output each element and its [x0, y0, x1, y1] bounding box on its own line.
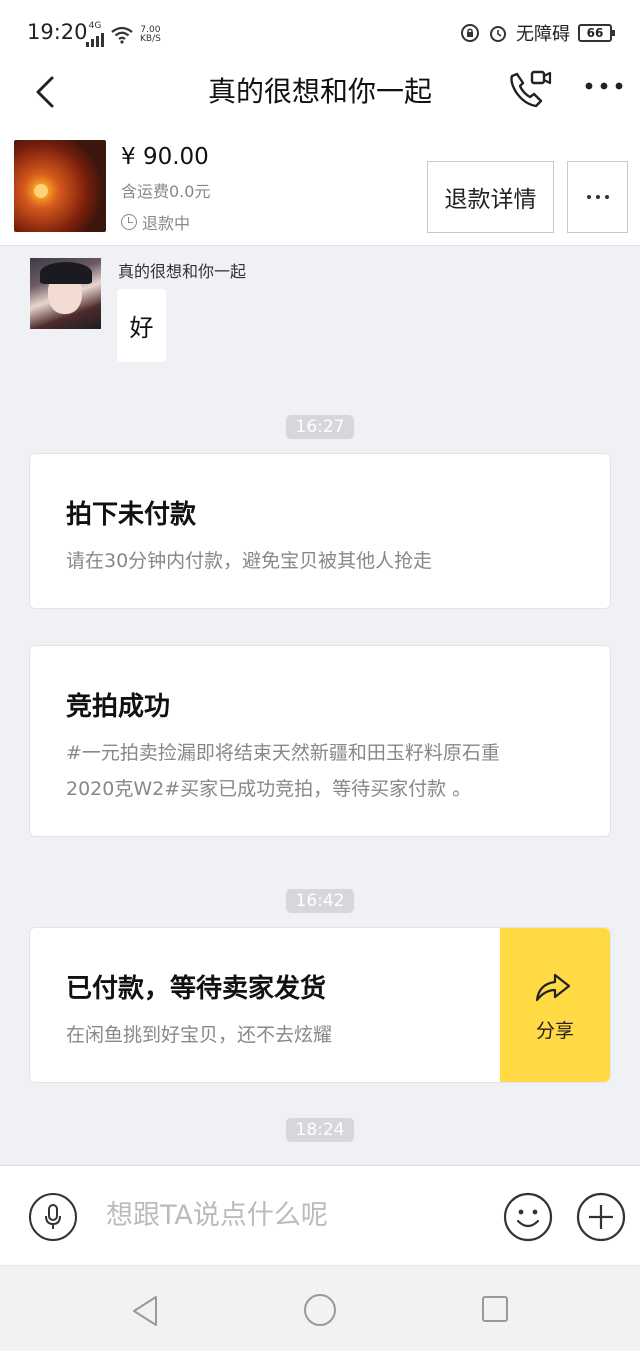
timestamp: 16:42 [286, 889, 354, 913]
more-dots-icon [586, 195, 609, 199]
card-description: 在闲鱼挑到好宝贝，还不去炫耀 [66, 1024, 333, 1046]
net-speed: 7.00 KB/S [140, 24, 161, 44]
battery-icon: 66 [578, 24, 615, 42]
refund-details-button[interactable]: 退款详情 [427, 161, 554, 233]
product-more-button[interactable] [567, 161, 628, 233]
card-title: 拍下未付款 [66, 500, 197, 530]
share-label: 分享 [535, 1020, 574, 1042]
network-type: 4G [88, 21, 102, 31]
timestamp: 16:27 [286, 415, 354, 439]
voice-button[interactable] [29, 1193, 77, 1241]
system-recents-icon[interactable] [482, 1296, 508, 1322]
card-description-line2: 2020克W2#买家已成功竞拍，等待买家付款 。 [66, 778, 472, 800]
product-price: ¥ 90.00 [121, 144, 209, 170]
system-nav-bar [0, 1265, 640, 1351]
lock-rotation-icon [461, 24, 479, 42]
nav-bar: 真的很想和你一起 [0, 62, 640, 128]
status-time: 19:20 [27, 20, 88, 44]
refund-status: 退款中 [121, 210, 190, 234]
emoji-icon[interactable] [503, 1192, 553, 1242]
accessibility-label: 无障碍 [516, 24, 570, 45]
order-card-auction-won[interactable]: 竞拍成功 #一元拍卖捡漏即将结束天然新疆和田玉籽料原石重 2020克W2#买家已… [29, 645, 611, 837]
clock-icon [121, 214, 137, 230]
system-back-icon[interactable] [130, 1294, 160, 1328]
avatar[interactable] [30, 258, 101, 329]
more-options-icon[interactable] [584, 76, 624, 96]
system-home-icon[interactable] [304, 1294, 336, 1326]
message-bubble[interactable]: 好 [117, 289, 166, 362]
order-card-unpaid[interactable]: 拍下未付款 请在30分钟内付款，避免宝贝被其他人抢走 [29, 453, 611, 609]
share-icon [535, 973, 571, 1002]
signal-icon: 4G [86, 22, 104, 47]
sender-name: 真的很想和你一起 [118, 262, 247, 281]
alarm-icon [490, 26, 506, 42]
call-icon[interactable] [506, 68, 552, 110]
order-card-paid[interactable]: 已付款，等待卖家发货 在闲鱼挑到好宝贝，还不去炫耀 分享 [29, 927, 611, 1083]
microphone-icon [45, 1204, 61, 1229]
card-title: 竞拍成功 [66, 692, 171, 722]
card-description: 请在30分钟内付款，避免宝贝被其他人抢走 [66, 550, 433, 572]
refund-status-label: 退款中 [142, 214, 191, 233]
product-thumbnail[interactable] [14, 140, 106, 232]
status-right-icons: 无障碍 66 [460, 20, 615, 46]
share-button[interactable]: 分享 [500, 928, 610, 1082]
add-icon[interactable] [576, 1192, 626, 1242]
shipping-fee: 含运费0.0元 [121, 182, 211, 201]
message-input[interactable]: 想跟TA说点什么呢 [106, 1194, 486, 1238]
card-description-line1: #一元拍卖捡漏即将结束天然新疆和田玉籽料原石重 [66, 742, 500, 764]
wifi-icon [111, 26, 133, 44]
card-title: 已付款，等待卖家发货 [66, 974, 327, 1004]
timestamp: 18:24 [286, 1118, 354, 1142]
input-bar: 想跟TA说点什么呢 [0, 1165, 640, 1265]
status-bar: 19:20 4G 7.00 KB/S 无障碍 66 [0, 0, 640, 62]
product-bar: ¥ 90.00 含运费0.0元 退款中 退款详情 [0, 128, 640, 246]
status-left-icons: 4G 7.00 KB/S [86, 22, 161, 47]
